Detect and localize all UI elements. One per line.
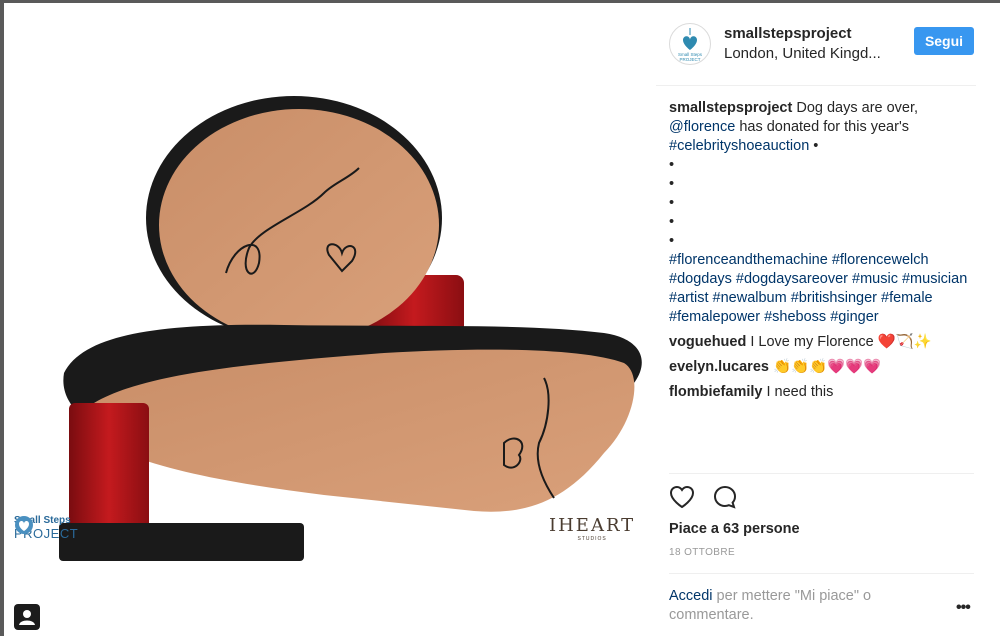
post-date[interactable]: 18 OTTOBRE: [669, 547, 735, 558]
more-icon[interactable]: •••: [956, 599, 971, 617]
bullet-line: •: [669, 214, 675, 230]
divider: [669, 473, 974, 474]
post-username[interactable]: smallstepsproject: [724, 25, 852, 42]
post-actions: [669, 485, 737, 514]
post-image[interactable]: Small Steps PROJECT IHEART STUDIOS: [4, 3, 655, 636]
comments-list: smallstepsproject Dog days are over, @fl…: [669, 99, 969, 402]
hashtag-link[interactable]: #ginger: [830, 309, 878, 325]
hashtag-link[interactable]: #florenceandthemachine: [669, 252, 828, 268]
follow-button[interactable]: Segui: [914, 27, 974, 55]
iheart-watermark: IHEART STUDIOS: [549, 515, 635, 542]
avatar[interactable]: Small Steps PROJECT: [669, 23, 711, 65]
hashtag-link[interactable]: #dogdaysareover: [736, 271, 848, 287]
comment-username[interactable]: flombiefamily: [669, 384, 762, 400]
hashtag-link[interactable]: #dogdays: [669, 271, 732, 287]
hashtag-link[interactable]: #britishsinger: [791, 290, 877, 306]
caption-text-2: has donated for this year's: [735, 119, 909, 135]
comment-item: evelyn.lucares 👏👏👏💗💗💗: [669, 358, 969, 377]
divider: [669, 573, 974, 574]
comment-text: I need this: [762, 384, 834, 400]
comment-username[interactable]: evelyn.lucares: [669, 359, 769, 375]
user-icon[interactable]: [14, 604, 40, 630]
mention-link[interactable]: @florence: [669, 119, 735, 135]
comment-text: I Love my Florence ❤️🏹✨: [746, 334, 932, 350]
hashtag-link[interactable]: #sheboss: [764, 309, 826, 325]
bullet-line: •: [669, 195, 675, 211]
comment-username[interactable]: voguehued: [669, 334, 746, 350]
hashtag-link[interactable]: #artist: [669, 290, 709, 306]
hashtag-link[interactable]: #music: [852, 271, 898, 287]
post-header: Small Steps PROJECT smallstepsproject Lo…: [656, 3, 976, 86]
hashtag-link[interactable]: #musician: [902, 271, 967, 287]
hashtag-link[interactable]: #female: [881, 290, 933, 306]
small-steps-logo-icon: Small Steps PROJECT: [678, 28, 703, 62]
hashtag-link[interactable]: #florencewelch: [832, 252, 929, 268]
login-prompt: Accedi per mettere "Mi piace" o commenta…: [669, 587, 919, 625]
iheart-studios-label: STUDIOS: [577, 536, 607, 542]
post-details-panel: Small Steps PROJECT smallstepsproject Lo…: [656, 3, 1000, 636]
comment-text: 👏👏👏💗💗💗: [768, 359, 882, 375]
caption-username[interactable]: smallstepsproject: [669, 100, 792, 116]
caption: smallstepsproject Dog days are over, @fl…: [669, 99, 969, 327]
heart-icon[interactable]: [669, 485, 695, 514]
login-link[interactable]: Accedi: [669, 588, 713, 604]
comment-item: voguehued I Love my Florence ❤️🏹✨: [669, 333, 969, 352]
post-location[interactable]: London, United Kingd...: [724, 45, 881, 62]
hashtag-link[interactable]: #celebrityshoeauction: [669, 138, 809, 154]
bullet-line: •: [669, 233, 675, 249]
hashtag-link[interactable]: #femalepower: [669, 309, 760, 325]
comment-icon[interactable]: [713, 485, 737, 514]
caption-text-1: Dog days are over,: [792, 100, 919, 116]
likes-count[interactable]: Piace a 63 persone: [669, 521, 800, 537]
bullet-line: •: [669, 176, 675, 192]
iheart-label: IHEART: [549, 515, 636, 536]
hashtag-link[interactable]: #newalbum: [713, 290, 787, 306]
svg-text:PROJECT: PROJECT: [679, 57, 700, 62]
comment-item: flombiefamily I need this: [669, 383, 969, 402]
heart-globe-icon: [15, 516, 33, 534]
bullet-line: •: [669, 157, 675, 173]
caption-text-3: •: [809, 138, 819, 154]
small-steps-watermark: Small Steps PROJECT: [14, 515, 78, 541]
